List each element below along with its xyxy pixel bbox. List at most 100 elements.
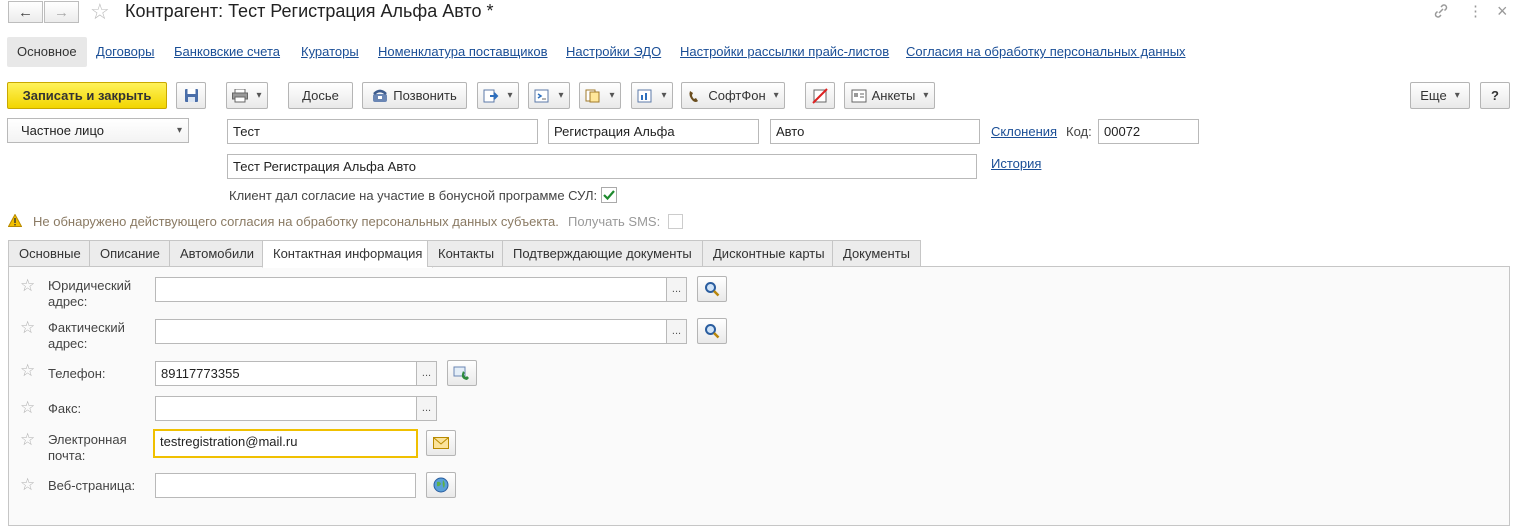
email-label: Электронная почта: xyxy=(48,432,127,463)
favorite-star-icon[interactable]: ☆ xyxy=(20,361,35,381)
checkmark-icon xyxy=(603,190,615,201)
globe-icon xyxy=(433,477,449,493)
person-type-select[interactable]: Частное лицо ▾ xyxy=(7,118,189,143)
tab-cars[interactable]: Автомобили xyxy=(169,240,266,267)
fax-input[interactable] xyxy=(155,396,417,421)
printer-icon xyxy=(232,88,249,102)
legal-address-select-button[interactable]: ... xyxy=(666,277,687,302)
reports-button[interactable] xyxy=(528,82,570,109)
phone-label: Телефон: xyxy=(48,366,106,381)
section-curators[interactable]: Кураторы xyxy=(301,37,359,67)
phone-icon xyxy=(373,89,388,102)
code-label: Код: xyxy=(1066,124,1092,139)
print-button[interactable] xyxy=(226,82,268,109)
section-main[interactable]: Основное xyxy=(7,37,87,67)
section-pd-consents[interactable]: Согласия на обработку персональных данны… xyxy=(906,37,1186,67)
more-menu-icon[interactable]: ⋮ xyxy=(1468,2,1483,20)
floppy-icon xyxy=(184,89,198,102)
survey-icon xyxy=(851,89,867,102)
tab-documents[interactable]: Документы xyxy=(832,240,922,267)
favorite-star-icon[interactable]: ☆ xyxy=(20,398,35,418)
envelope-icon xyxy=(433,437,449,449)
call-button[interactable]: Позвонить xyxy=(362,82,467,109)
web-page-label: Веб-страница: xyxy=(48,478,136,493)
pd-consent-warning: Не обнаружено действующего согласия на о… xyxy=(33,214,559,229)
last-name-input[interactable]: Тест xyxy=(227,119,538,144)
more-button[interactable]: Еще xyxy=(1410,82,1470,109)
call-button-label: Позвонить xyxy=(393,88,457,103)
attachments-button[interactable] xyxy=(579,82,621,109)
bonus-consent-checkbox[interactable] xyxy=(601,187,617,203)
link-icon[interactable] xyxy=(1433,3,1449,23)
section-supplier-nomenclature[interactable]: Номенклатура поставщиков xyxy=(378,37,548,67)
sms-checkbox[interactable] xyxy=(668,214,683,229)
favorite-star-icon[interactable]: ☆ xyxy=(20,276,35,296)
open-web-page-button[interactable] xyxy=(426,472,456,498)
fax-label: Факс: xyxy=(48,401,82,416)
warning-icon xyxy=(7,213,23,230)
send-email-button[interactable] xyxy=(426,430,456,456)
middle-name-input[interactable]: Авто xyxy=(770,119,980,144)
chart-icon xyxy=(637,89,652,102)
favorite-star-icon[interactable]: ☆ xyxy=(20,318,35,338)
section-contracts[interactable]: Договоры xyxy=(96,37,154,67)
magnifier-icon xyxy=(705,324,720,339)
legal-address-label: Юридический адрес: xyxy=(48,278,132,309)
phone-input[interactable]: 89117773355 xyxy=(155,361,417,386)
forward-button[interactable]: → xyxy=(44,1,79,23)
favorite-star-icon[interactable]: ☆ xyxy=(20,430,35,450)
save-button[interactable] xyxy=(176,82,206,109)
actual-address-input[interactable] xyxy=(155,319,667,344)
legal-address-input[interactable] xyxy=(155,277,667,302)
web-page-input[interactable] xyxy=(155,473,416,498)
sms-label: Получать SMS: xyxy=(568,214,661,229)
bonus-consent-label: Клиент дал согласие на участие в бонусно… xyxy=(229,188,598,203)
actual-address-label: Фактический адрес: xyxy=(48,320,125,351)
section-bank-accounts[interactable]: Банковские счета xyxy=(174,37,280,67)
arrow-left-icon: ← xyxy=(18,3,33,21)
tab-contacts[interactable]: Контакты xyxy=(427,240,506,267)
person-type-value: Частное лицо xyxy=(21,123,104,138)
dossier-button[interactable]: Досье xyxy=(288,82,353,109)
crossed-button[interactable] xyxy=(805,82,835,109)
declensions-link[interactable]: Склонения xyxy=(991,124,1057,139)
surveys-button[interactable]: Анкеты xyxy=(844,82,935,109)
phone-select-button[interactable]: ... xyxy=(416,361,437,386)
code-input[interactable]: 00072 xyxy=(1098,119,1199,144)
full-name-input[interactable]: Тест Регистрация Альфа Авто xyxy=(227,154,977,179)
magnifier-icon xyxy=(705,282,720,297)
section-edo-settings[interactable]: Настройки ЭДО xyxy=(566,37,661,67)
softphone-button[interactable]: СофтФон xyxy=(681,82,785,109)
section-pricelist-settings[interactable]: Настройки рассылки прайс-листов xyxy=(680,37,889,67)
tab-contact-info[interactable]: Контактная информация xyxy=(262,240,434,268)
tab-description[interactable]: Описание xyxy=(89,240,171,267)
email-input[interactable]: testregistration@mail.ru xyxy=(153,429,418,458)
tab-main[interactable]: Основные xyxy=(8,240,92,267)
help-button[interactable]: ? xyxy=(1480,82,1510,109)
actual-address-select-button[interactable]: ... xyxy=(666,319,687,344)
phone-call-button[interactable] xyxy=(447,360,477,386)
first-name-input[interactable]: Регистрация Альфа xyxy=(548,119,759,144)
report-icon xyxy=(534,89,549,102)
actual-address-search-button[interactable] xyxy=(697,318,727,344)
tab-discount-cards[interactable]: Дисконтные карты xyxy=(702,240,836,267)
softphone-label: СофтФон xyxy=(708,88,766,103)
crossed-out-icon xyxy=(812,87,828,104)
favorite-star-icon[interactable]: ☆ xyxy=(20,475,35,495)
save-and-close-button[interactable]: Записать и закрыть xyxy=(7,82,167,109)
analytics-button[interactable] xyxy=(631,82,673,109)
tab-supporting-docs[interactable]: Подтверждающие документы xyxy=(502,240,703,267)
window-title: Контрагент: Тест Регистрация Альфа Авто … xyxy=(125,1,494,21)
chevron-down-icon: ▾ xyxy=(176,125,182,136)
phone-call-icon xyxy=(453,366,469,380)
arrow-right-icon: → xyxy=(54,3,69,21)
close-icon[interactable]: × xyxy=(1497,1,1508,22)
create-based-on-button[interactable] xyxy=(477,82,519,109)
favorite-star-icon[interactable]: ☆ xyxy=(90,0,110,25)
softphone-icon xyxy=(689,90,699,102)
create-based-icon xyxy=(483,89,499,102)
fax-select-button[interactable]: ... xyxy=(416,396,437,421)
back-button[interactable]: ← xyxy=(8,1,43,23)
history-link[interactable]: История xyxy=(991,156,1041,171)
legal-address-search-button[interactable] xyxy=(697,276,727,302)
